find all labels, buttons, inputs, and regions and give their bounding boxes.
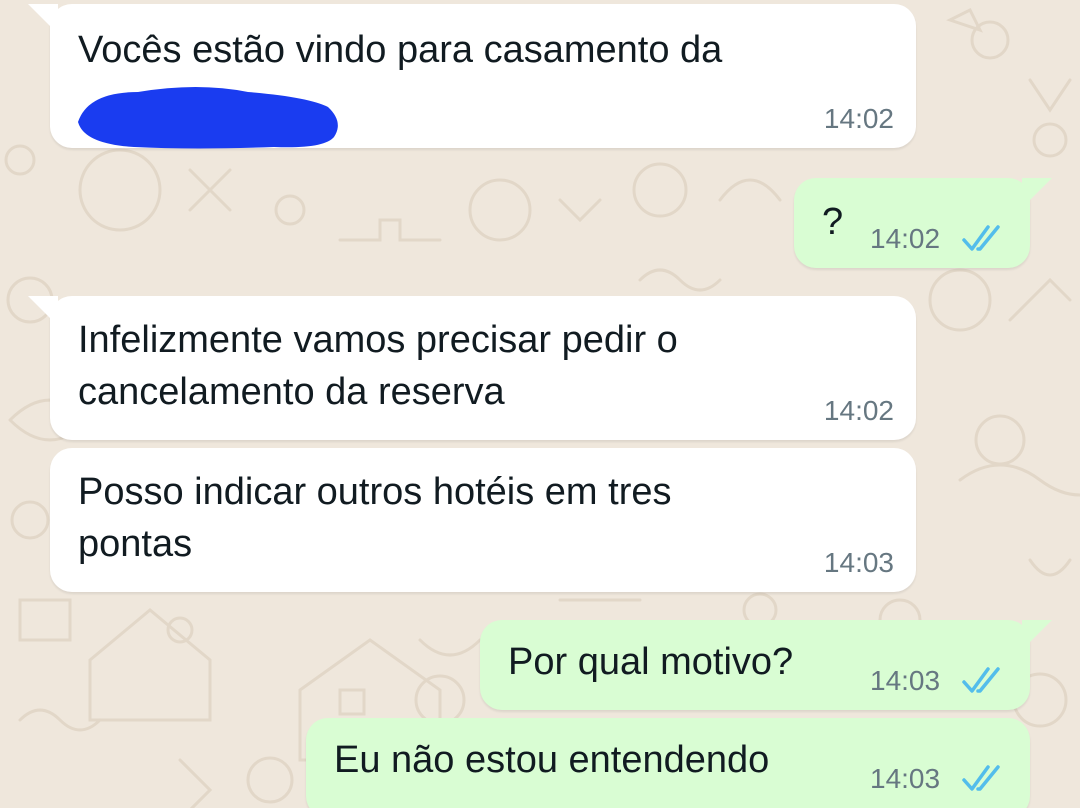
message-text: Posso indicar outros hotéis em tres pont… — [78, 471, 672, 565]
message-text: Infelizmente vamos precisar pedir o canc… — [78, 319, 678, 413]
message-bubble-outgoing[interactable]: Eu não estou entendendo 14:03 — [306, 718, 1030, 808]
bubble-tail — [28, 296, 58, 326]
message-time: 14:02 — [823, 103, 894, 134]
double-check-read-icon — [962, 765, 1000, 791]
message-text: Vocês estão vindo para casamento da — [78, 29, 723, 71]
redaction-scribble — [78, 87, 338, 149]
message-text: Eu não estou entendendo — [334, 739, 770, 781]
message-bubble-incoming[interactable]: Posso indicar outros hotéis em tres pont… — [50, 448, 916, 592]
double-check-read-icon — [962, 667, 1000, 693]
message-bubble-incoming[interactable]: Infelizmente vamos precisar pedir o canc… — [50, 296, 916, 440]
bubble-tail — [28, 4, 58, 34]
double-check-read-icon — [962, 225, 1000, 251]
bubble-tail — [1022, 620, 1052, 650]
message-time: 14:02 — [870, 223, 941, 254]
message-bubble-incoming[interactable]: Vocês estão vindo para casamento da 14:0… — [50, 4, 916, 149]
message-time: 14:03 — [870, 763, 941, 794]
message-time: 14:02 — [823, 395, 894, 426]
message-time: 14:03 — [870, 665, 941, 696]
message-bubble-outgoing[interactable]: ? 14:02 — [794, 178, 1030, 268]
message-bubble-outgoing[interactable]: Por qual motivo? 14:03 — [480, 620, 1030, 710]
message-text: ? — [822, 201, 844, 243]
message-time: 14:03 — [823, 547, 894, 578]
bubble-tail — [1022, 178, 1052, 208]
message-text: Por qual motivo? — [508, 641, 794, 683]
